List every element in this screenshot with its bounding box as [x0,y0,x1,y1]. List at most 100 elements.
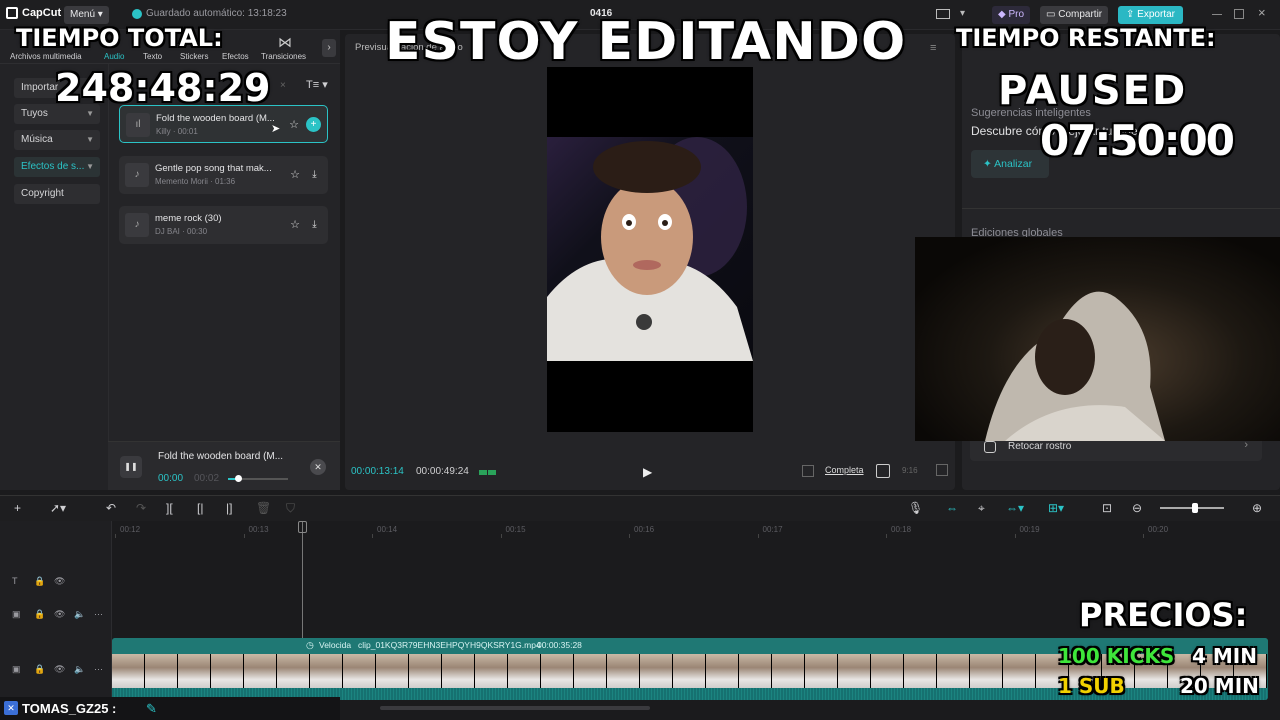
filmstrip-frame [409,654,442,688]
lock-icon[interactable]: 🔒 [34,609,45,620]
pro-button[interactable]: ◆ Pro [992,6,1031,24]
app-name: CapCut [22,7,62,19]
clear-search-icon[interactable]: × [280,80,286,91]
undo-icon[interactable]: ↶ [106,501,116,515]
tabs-next-arrow-icon[interactable]: › [322,39,336,57]
transitions-icon: ⋈ [278,34,292,50]
filter-sort-icon[interactable]: T≡ ▾ [306,78,328,91]
player-progress-knob[interactable] [235,475,242,482]
tab-media[interactable]: Archivos multimedia [10,52,82,61]
filmstrip-frame [211,654,244,688]
layout-dropdown-icon[interactable]: ▾ [960,8,965,19]
crop-icon[interactable] [802,465,814,477]
audio-level-meter-icon [479,466,497,478]
menu-button[interactable]: Menú ▾ [64,6,109,24]
preview-menu-icon[interactable]: ≡ [930,42,936,54]
snap-icon[interactable]: ⇔▾ [1006,501,1024,515]
mouse-cursor-icon: ➤ [271,123,281,135]
download-icon[interactable]: ⤓ [307,217,322,232]
add-track-icon[interactable]: + [14,501,21,515]
analyze-button[interactable]: ✦ Analizar [971,150,1049,178]
full-quality-toggle[interactable]: Completa [825,465,864,475]
link-clips-icon[interactable]: ⇔ [946,501,958,515]
ruler-label: 00:16 [634,525,655,534]
zoom-out-icon[interactable]: ⊖ [1132,501,1142,515]
music-note-icon: ♪ [125,213,149,237]
eye-icon[interactable]: 👁 [54,664,65,675]
zoom-slider-knob[interactable] [1192,503,1198,513]
export-button[interactable]: ⇪ Exportar [1118,6,1183,24]
speaker-icon[interactable]: 🔈 [74,609,85,620]
favorite-star-icon[interactable]: ☆ [290,168,300,181]
tab-text[interactable]: Texto [143,52,162,61]
lock-icon[interactable]: 🔒 [34,664,45,675]
playhead-handle[interactable] [298,521,307,533]
remaining-time-label: TIEMPO RESTANTE: [956,24,1216,52]
pause-button[interactable]: ❚❚ [120,456,142,478]
timeline-toolbar [0,495,1280,521]
fit-screen-icon[interactable] [876,464,890,478]
speed-icon: ◷ [306,640,314,650]
delete-icon[interactable]: 🗑 [256,501,271,515]
tab-transitions[interactable]: Transiciones [261,52,306,61]
category-music[interactable]: Música ▼ [14,130,100,150]
zoom-in-icon[interactable]: ⊕ [1252,501,1262,515]
more-icon[interactable]: ⋯ [94,664,103,675]
audio-track-item[interactable]: ♪ Gentle pop song that mak... Memento Mo… [119,156,328,194]
filmstrip-frame [508,654,541,688]
favorite-star-icon[interactable]: ☆ [289,118,299,131]
close-player-button[interactable]: ✕ [310,459,326,475]
split-right-icon[interactable]: |] [226,501,232,515]
download-icon[interactable]: ⤓ [307,167,322,182]
split-left-icon[interactable]: [| [197,501,203,515]
shield-icon[interactable]: ⛉ [286,501,295,516]
share-button[interactable]: ▭ Compartir [1040,6,1109,24]
filmstrip-frame [442,654,475,688]
category-copyright[interactable]: Copyright [14,184,100,204]
clip-speed-label: Velocida [319,640,352,650]
minimize-icon[interactable] [1212,14,1222,15]
kicks-price-label: 100 KICKS [1058,644,1175,668]
total-time-value: 248:48:29 [55,66,271,110]
preview-current-time: 00:00:13:14 [351,466,404,477]
layout-icon[interactable] [936,9,950,19]
eye-icon[interactable]: 👁 [54,576,65,587]
filmstrip-frame [376,654,409,688]
ruler-label: 00:15 [505,525,526,534]
preview-axis-icon[interactable]: ⌖ [978,501,985,516]
more-icon[interactable]: ⋯ [94,609,103,620]
audio-track-item[interactable]: ıl Fold the wooden board (M... Killy · 0… [119,105,328,143]
tab-effects[interactable]: Efectos [222,52,249,61]
category-sound-effects[interactable]: Efectos de s... ▼ [14,157,100,177]
tab-audio[interactable]: Audio [104,52,124,61]
maximize-icon[interactable] [1234,9,1244,19]
close-window-icon[interactable]: × [1258,5,1266,20]
fullscreen-icon[interactable] [936,464,948,476]
magnet-icon[interactable]: ⊞▾ [1048,501,1064,515]
filmstrip-frame [739,654,772,688]
speaker-icon[interactable]: 🔈 [74,664,85,675]
split-icon[interactable]: ][ [166,501,173,515]
video-track-icon: ▣ [12,609,21,619]
app-logo: CapCut [6,7,61,19]
select-tool-icon[interactable]: ➚▾ [50,501,66,515]
aspect-ratio-button[interactable]: 9:16 [902,466,918,475]
tab-stickers[interactable]: Stickers [180,52,208,61]
add-to-timeline-icon[interactable]: + [306,117,321,132]
timeline-scrollbar[interactable] [380,706,650,710]
play-button[interactable]: ▶ [643,465,652,479]
clip-filename: clip_01KQ3R79EHN3EHPQYH9QKSRY1G.mp4 [358,640,541,650]
filmstrip-frame [178,654,211,688]
filmstrip-frame [673,654,706,688]
microphone-icon[interactable]: 🎙 [908,501,923,515]
ruler-tick [757,534,759,538]
favorite-star-icon[interactable]: ☆ [290,218,300,231]
eye-icon[interactable]: 👁 [54,609,65,620]
player-current-time: 00:00 [158,473,184,484]
audio-track-item[interactable]: ♪ meme rock (30) DJ BAI · 00:30 ☆ ⤓ [119,206,328,244]
redo-icon[interactable]: ↷ [136,501,146,515]
lock-icon[interactable]: 🔒 [34,576,45,587]
sub-price-label: 1 SUB [1058,674,1125,698]
caption-icon[interactable]: ⊡ [1102,501,1112,515]
sparkle-icon: ✦ [983,158,992,170]
